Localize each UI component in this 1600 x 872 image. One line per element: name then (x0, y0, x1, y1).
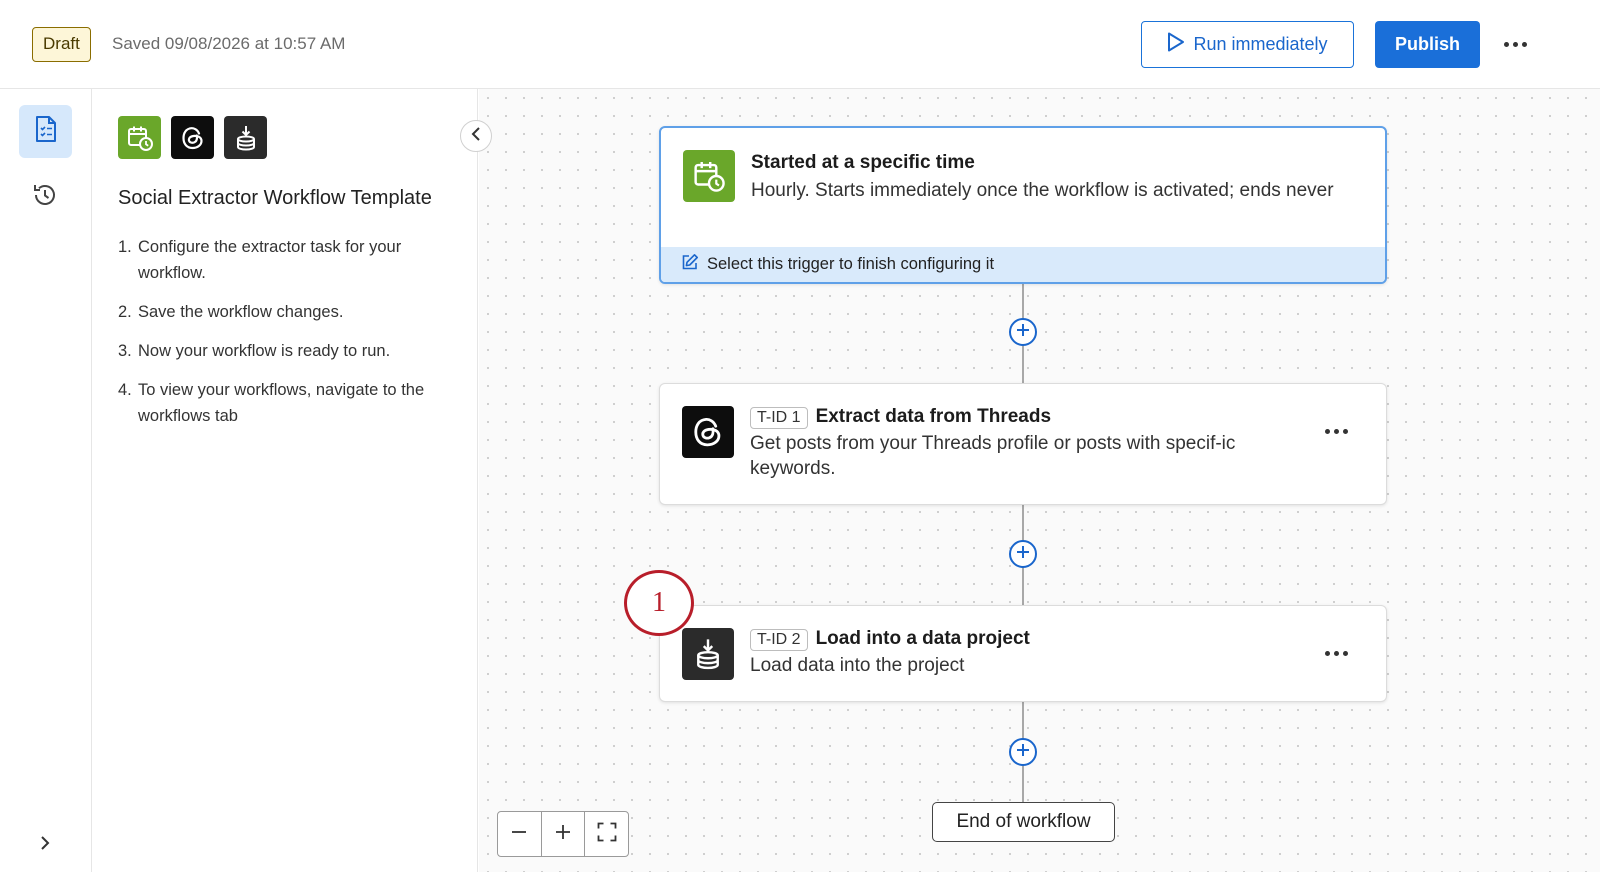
data-load-icon (682, 628, 734, 680)
expand-rail-button[interactable] (33, 833, 57, 857)
template-title: Social Extractor Workflow Template (118, 187, 432, 209)
task-card-threads[interactable]: T-ID 1 Extract data from Threads Get post… (659, 383, 1387, 505)
list-item: 3. Now your workflow is ready to run. (118, 342, 391, 360)
rail-item-history[interactable] (27, 179, 63, 215)
task-card-load[interactable]: T-ID 2 Load into a data project Load data… (659, 605, 1387, 702)
plus-icon (1016, 323, 1030, 342)
task-title: Load into a data project (815, 628, 1030, 649)
status-badge: Draft (32, 27, 91, 62)
rail-item-document[interactable] (19, 105, 72, 158)
collapse-panel-button[interactable] (460, 120, 492, 152)
app-icons-row (118, 116, 267, 159)
task-more-button[interactable] (1316, 638, 1356, 668)
task-description: Load data into the project (750, 654, 965, 676)
plus-icon (1016, 743, 1030, 762)
top-bar: Draft Saved 09/08/2026 at 10:57 AM Run i… (0, 0, 1600, 89)
run-immediately-button[interactable]: Run immediately (1141, 21, 1354, 68)
fullscreen-icon (597, 822, 617, 847)
trigger-description: Hourly. Starts immediately once the work… (751, 180, 1334, 201)
plus-icon (1016, 545, 1030, 564)
more-icon (1324, 428, 1330, 434)
run-immediately-label: Run immediately (1193, 34, 1328, 54)
edit-icon (681, 253, 699, 276)
schedule-calendar-icon (683, 150, 735, 202)
trigger-config-hint[interactable]: Select this trigger to finish configurin… (661, 247, 1385, 282)
schedule-calendar-icon (118, 116, 161, 159)
zoom-out-button[interactable] (498, 812, 541, 856)
zoom-controls (497, 811, 629, 857)
chevron-right-icon (39, 835, 51, 856)
template-info-panel: Social Extractor Workflow Template 1. Con… (92, 89, 478, 872)
add-step-button[interactable] (1009, 318, 1037, 346)
zoom-in-button[interactable] (540, 812, 585, 856)
add-step-button[interactable] (1009, 540, 1037, 568)
trigger-config-text: Select this trigger to finish configurin… (707, 255, 995, 273)
trigger-card[interactable]: Started at a specific time Hourly. Start… (659, 126, 1387, 284)
task-description: Get posts from your Threads profile or p… (750, 432, 1236, 479)
add-step-button[interactable] (1009, 738, 1037, 766)
list-item: 1. Configure the extractor task for your … (118, 238, 402, 282)
list-item: 2. Save the workflow changes. (118, 303, 344, 321)
threads-icon (171, 116, 214, 159)
minus-icon (511, 824, 527, 845)
more-options-button[interactable] (1497, 28, 1533, 60)
history-icon (31, 181, 59, 214)
instructions-list: 1. Configure the extractor task for your … (118, 234, 448, 442)
publish-button[interactable]: Publish (1375, 21, 1480, 68)
task-id-badge: T-ID 2 (750, 628, 808, 651)
step-number-marker: 1 (624, 570, 694, 636)
task-id-badge: T-ID 1 (750, 406, 808, 429)
more-icon (1324, 650, 1330, 656)
end-of-workflow-label: End of workflow (932, 802, 1115, 842)
threads-icon (682, 406, 734, 458)
task-title: Extract data from Threads (815, 406, 1052, 427)
left-rail (0, 89, 92, 872)
fit-to-screen-button[interactable] (584, 812, 628, 856)
chevron-left-icon (471, 126, 481, 146)
task-more-button[interactable] (1316, 416, 1356, 446)
data-load-icon (224, 116, 267, 159)
more-icon (1503, 41, 1509, 47)
trigger-title: Started at a specific time (751, 152, 975, 173)
play-icon (1167, 32, 1185, 57)
saved-timestamp: Saved 09/08/2026 at 10:57 AM (112, 34, 346, 53)
plus-icon (555, 824, 571, 845)
list-item: 4. To view your workflows, navigate to th… (118, 381, 425, 425)
document-icon (34, 115, 58, 148)
